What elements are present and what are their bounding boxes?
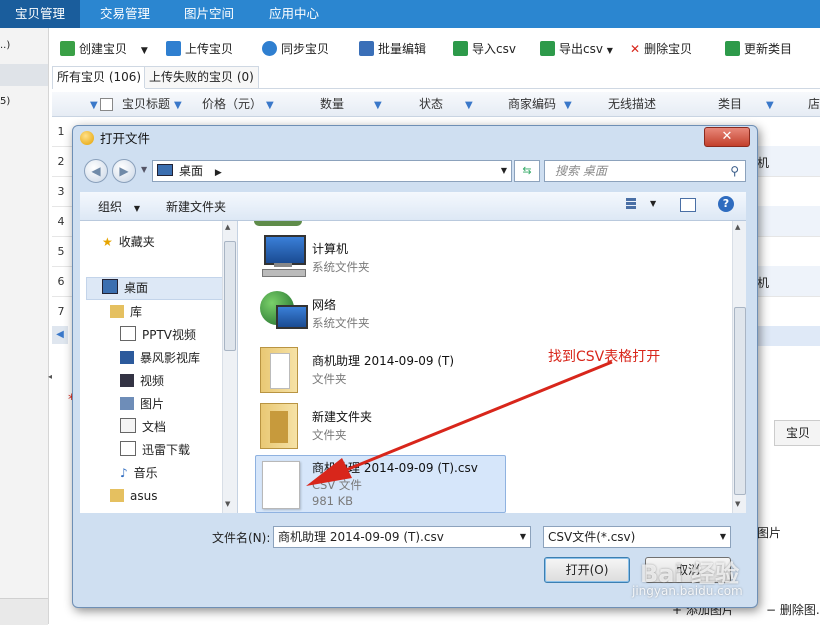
filetype-dropdown-icon[interactable]: ▼	[720, 527, 726, 547]
annotation-text: 找到CSV表格打开	[548, 349, 661, 365]
watermark-url: jingyan.baidu.com	[632, 584, 743, 598]
filename-input[interactable]: 商机助理 2014-09-09 (T).csv ▼	[273, 526, 531, 548]
filename-value: 商机助理 2014-09-09 (T).csv	[278, 530, 444, 544]
filename-dropdown-icon[interactable]: ▼	[520, 527, 526, 547]
open-button[interactable]: 打开(O)	[544, 557, 630, 583]
filetype-value: CSV文件(*.csv)	[548, 530, 636, 544]
filename-label: 文件名(N):	[212, 531, 271, 545]
filetype-select[interactable]: CSV文件(*.csv) ▼	[543, 526, 731, 548]
